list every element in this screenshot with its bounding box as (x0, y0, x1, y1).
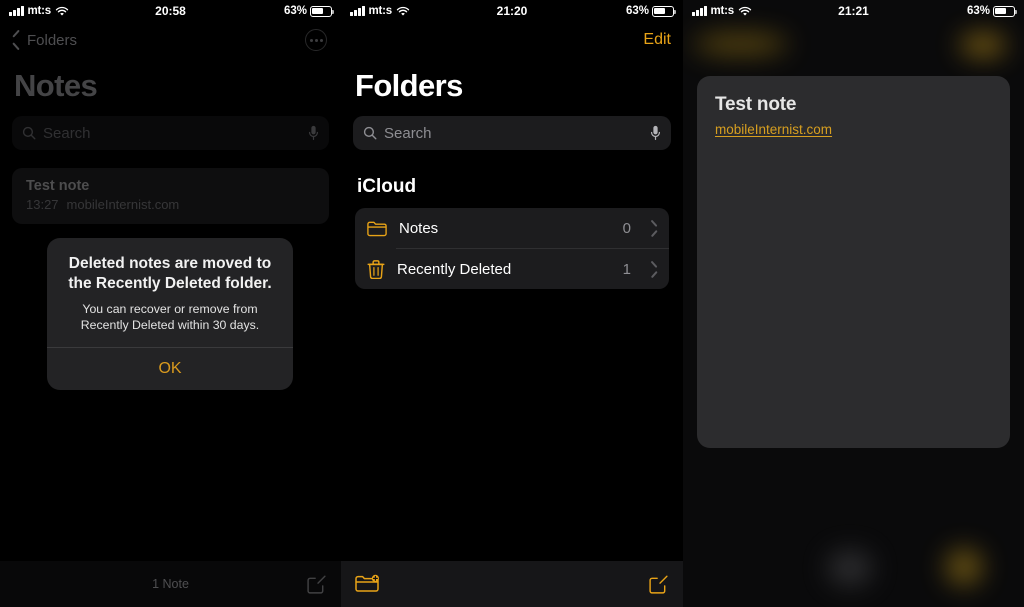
status-bar: mt:s 20:58 63% (0, 0, 341, 22)
new-folder-button[interactable] (355, 574, 381, 595)
section-header-icloud: iCloud (357, 176, 417, 197)
panel-note-context-menu: mt:s 21:21 63% Test note mobileInternist… (683, 0, 1024, 607)
note-list-item[interactable]: Test note 13:27 mobileInternist.com (12, 168, 329, 224)
status-time: 20:58 (155, 4, 186, 18)
search-placeholder: Search (384, 124, 432, 142)
battery-icon (652, 5, 677, 17)
blurred-nav-left (693, 34, 788, 54)
back-button[interactable]: Folders (12, 32, 77, 49)
trash-icon (367, 259, 385, 279)
chevron-right-icon (650, 263, 657, 275)
compose-icon (649, 575, 668, 594)
blurred-toolbar-center (828, 551, 872, 585)
search-input[interactable]: Search (12, 116, 329, 150)
compose-icon (307, 575, 326, 594)
screenshot-triptych: mt:s 20:58 63% Folders Notes Search Test… (0, 0, 1024, 607)
back-button-label: Folders (27, 31, 78, 49)
battery-icon (993, 5, 1018, 17)
note-preview-link[interactable]: mobileInternist.com (715, 122, 832, 137)
status-time: 21:20 (496, 4, 528, 18)
more-options-button[interactable] (305, 29, 327, 51)
folder-icon (367, 221, 387, 236)
microphone-icon[interactable] (308, 125, 319, 141)
search-input[interactable]: Search (353, 116, 671, 150)
panel-folders-list: mt:s 21:20 63% Edit Folders Search iClou… (341, 0, 683, 607)
chevron-right-icon (650, 222, 657, 234)
note-title: Test note (26, 178, 90, 194)
compose-note-button[interactable] (648, 574, 669, 595)
blurred-nav-right (960, 34, 1006, 56)
compose-note-button[interactable] (306, 574, 327, 595)
note-preview-card[interactable]: Test note mobileInternist.com (697, 76, 1010, 448)
note-preview: mobileInternist.com (66, 197, 180, 212)
new-folder-icon (355, 574, 379, 592)
folders-list: Notes 0 Recently Deleted 1 (355, 208, 669, 289)
folder-count: 1 (622, 260, 631, 278)
battery-icon (310, 5, 335, 17)
status-bar: mt:s 21:20 63% (341, 0, 683, 22)
chevron-left-icon (12, 32, 21, 48)
note-count-label: 1 Note (152, 577, 189, 591)
panel-notes-list: mt:s 20:58 63% Folders Notes Search Test… (0, 0, 341, 607)
note-time: 13:27 (26, 197, 59, 212)
note-preview-title: Test note (715, 94, 797, 115)
nav-bar: Edit (341, 22, 683, 58)
folder-row-recently-deleted[interactable]: Recently Deleted 1 (355, 249, 669, 289)
search-icon (22, 126, 36, 140)
search-icon (363, 126, 377, 140)
folder-count: 0 (622, 219, 631, 237)
search-placeholder: Search (43, 124, 91, 142)
status-time: 21:21 (838, 4, 869, 18)
bottom-toolbar: 1 Note (0, 561, 341, 607)
alert-title: Deleted notes are moved to the Recently … (68, 255, 272, 292)
page-title: Notes (14, 68, 98, 103)
folder-label: Recently Deleted (397, 260, 512, 278)
status-bar: mt:s 21:21 63% (683, 0, 1024, 22)
blurred-toolbar-right (946, 549, 982, 585)
microphone-icon[interactable] (650, 125, 661, 141)
alert-body: Deleted notes are moved to the Recently … (47, 238, 293, 347)
edit-button[interactable]: Edit (643, 31, 671, 49)
alert-message: You can recover or remove from Recently … (80, 301, 260, 332)
alert-ok-button[interactable]: OK (47, 348, 293, 390)
nav-bar: Folders (0, 22, 341, 58)
alert-dialog: Deleted notes are moved to the Recently … (47, 238, 293, 391)
page-title: Folders (355, 68, 463, 103)
folder-label: Notes (399, 219, 439, 237)
bottom-toolbar (341, 561, 683, 607)
folder-row-notes[interactable]: Notes 0 (355, 208, 669, 248)
note-subtitle: 13:27 mobileInternist.com (26, 197, 315, 212)
